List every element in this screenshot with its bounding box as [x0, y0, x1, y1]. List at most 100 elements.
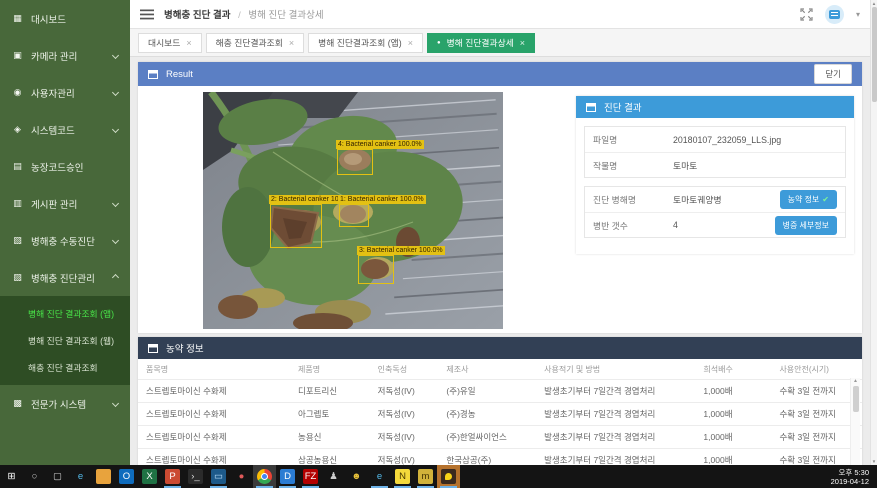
start-icon[interactable]: ⊞	[0, 465, 23, 488]
chrome-icon[interactable]	[253, 465, 276, 488]
page-scrollbar[interactable]: ▲ ▼	[870, 0, 877, 465]
search-icon[interactable]: ○	[23, 465, 46, 488]
paint-icon: ●	[234, 469, 249, 484]
scrollbar-thumb[interactable]	[853, 386, 859, 412]
notification-button[interactable]	[825, 5, 844, 24]
scrollbar-thumb[interactable]	[872, 7, 877, 102]
explorer-folder-icon[interactable]	[92, 465, 115, 488]
owl-icon: ☻	[349, 469, 364, 484]
computer-icon[interactable]: ▭	[207, 465, 230, 488]
excel-icon[interactable]: X	[138, 465, 161, 488]
sidebar-item-board[interactable]: ▥ 게시판 관리	[0, 185, 130, 222]
breadcrumb-section: 병해충 진단 결과	[164, 10, 230, 21]
paint-icon[interactable]: ●	[230, 465, 253, 488]
code-icon: ◈	[12, 124, 23, 135]
taskbar-icons: ⊞○▢eOXP›_▭●DFZ♟☻eNm	[0, 465, 460, 488]
sidebar-item-expert-system[interactable]: ▩ 전문가 시스템	[0, 385, 130, 422]
symptom-detail-button[interactable]: 병증 세부정보	[775, 216, 837, 235]
scroll-up-icon[interactable]: ▲	[872, 0, 876, 7]
pesticide-info-button[interactable]: 농약 정보 ✔	[780, 190, 837, 209]
sidebar-item-users[interactable]: ◉ 사용자관리	[0, 74, 130, 111]
hamburger-icon[interactable]	[140, 9, 154, 20]
table-cell: 수확 3일 전까지	[771, 380, 862, 403]
page: ▦ 대시보드 ▣ 카메라 관리 ◉ 사용자관리 ◈ 시스템코드 ▤ 농장코드승인…	[0, 0, 877, 488]
diagnosis-group: 진단 병해명 토마토궤양병 농약 정보 ✔ 병반 갯수 4	[584, 186, 846, 238]
detection-box[interactable]: 1: Bacterial canker 100.0%	[339, 204, 369, 227]
table-scrollbar[interactable]: ▲	[850, 378, 860, 465]
field-value: 토마토궤양병	[673, 193, 722, 206]
close-button[interactable]: 닫기	[814, 64, 852, 84]
scroll-up-icon[interactable]: ▲	[853, 378, 858, 384]
table-cell: 수확 3일 전까지	[771, 426, 862, 449]
owl-icon[interactable]: ☻	[345, 465, 368, 488]
hwp-icon[interactable]: m	[414, 465, 437, 488]
outlook-icon[interactable]: O	[115, 465, 138, 488]
detection-label: 1: Bacterial canker 100.0%	[338, 195, 426, 204]
column-header: 희석배수	[695, 359, 771, 380]
cmd-icon[interactable]: ›_	[184, 465, 207, 488]
tab-close-icon[interactable]: ×	[408, 38, 413, 48]
sidebar-item-dashboard[interactable]: ▦ 대시보드	[0, 0, 130, 37]
sidebar-item-label: 게시판 관리	[31, 197, 77, 211]
panel-icon	[148, 70, 158, 79]
table-cell: 스트렙토마이신 수화제	[138, 380, 290, 403]
tab-close-icon[interactable]: ×	[289, 38, 294, 48]
kakaotalk-icon[interactable]	[437, 465, 460, 488]
sidebar-item-farm-code[interactable]: ▤ 농장코드승인	[0, 148, 130, 185]
detection-box[interactable]: 4: Bacterial canker 100.0%	[337, 149, 373, 175]
table-cell: 저독성(IV)	[370, 449, 439, 466]
detection-box[interactable]: 3: Bacterial canker 100.0%	[358, 255, 394, 284]
diagnosis-card-header: 진단 결과	[576, 96, 854, 118]
sidebar: ▦ 대시보드 ▣ 카메라 관리 ◉ 사용자관리 ◈ 시스템코드 ▤ 농장코드승인…	[0, 0, 130, 465]
sidebar-item-camera[interactable]: ▣ 카메라 관리	[0, 37, 130, 74]
pesticide-table: 품목명 제품명 인축독성 제조사 사용적기 및 방법 희석배수 사용안전(시기)…	[138, 359, 862, 465]
topbar-actions: ▾	[800, 5, 860, 24]
farm-code-icon: ▤	[12, 161, 23, 172]
table-cell: 저독성(IV)	[370, 403, 439, 426]
camera-icon: ▣	[12, 50, 23, 61]
remote-icon[interactable]: ♟	[322, 465, 345, 488]
filezilla-icon[interactable]: FZ	[299, 465, 322, 488]
fullscreen-icon[interactable]	[800, 8, 813, 21]
column-header: 품목명	[138, 359, 290, 380]
scroll-down-icon[interactable]: ▼	[872, 458, 876, 465]
column-header: 제품명	[290, 359, 370, 380]
task-view-icon[interactable]: ▢	[46, 465, 69, 488]
table-row[interactable]: 스트렙토마이신 수화제아그렙토저독성(IV)(주)경농발생초기부터 7일간격 경…	[138, 403, 862, 426]
tab-dashboard[interactable]: 대시보드 ×	[138, 33, 202, 53]
submenu-item-disease-result-app[interactable]: 병해 진단 결과조회 (앱)	[0, 300, 130, 327]
ie-icon[interactable]: e	[69, 465, 92, 488]
sidebar-item-diagnosis-manage[interactable]: ▨ 병해충 진단관리	[0, 259, 130, 296]
diagnosis-card: 진단 결과 파일명 20180107_232059_LLS.jpg 작물명	[576, 96, 854, 254]
submenu-item-pest-result[interactable]: 해충 진단 결과조회	[0, 354, 130, 381]
chevron-up-icon	[112, 274, 119, 281]
table-row[interactable]: 스트렙토마이신 수화제디포트리신저독성(IV)(주)유일발생초기부터 7일간격 …	[138, 380, 862, 403]
detection-box[interactable]: 2: Bacterial canker 100.0%	[270, 204, 322, 248]
sidebar-item-system-code[interactable]: ◈ 시스템코드	[0, 111, 130, 148]
docs-icon: D	[280, 469, 295, 484]
caret-down-icon[interactable]: ▾	[856, 10, 860, 19]
pesticide-table-body: 스트렙토마이신 수화제디포트리신저독성(IV)(주)유일발생초기부터 7일간격 …	[138, 380, 862, 466]
taskbar-clock[interactable]: 오후 5:30 2019-04-12	[831, 465, 877, 488]
kakaotalk-icon	[441, 469, 456, 484]
docs-icon[interactable]: D	[276, 465, 299, 488]
table-row[interactable]: 스트렙토마이신 수화제농용신저독성(IV)(주)한얼싸이언스발생초기부터 7일간…	[138, 426, 862, 449]
tab-label: 병해 진단결과상세	[447, 36, 514, 49]
chevron-down-icon	[112, 400, 119, 407]
topbar: 병해충 진단 결과 / 병해 진단 결과상세 ▾	[130, 0, 870, 29]
ie2-icon[interactable]: e	[368, 465, 391, 488]
tab-close-icon[interactable]: ×	[186, 38, 191, 48]
windows-taskbar: ⊞○▢eOXP›_▭●DFZ♟☻eNm 오후 5:30 2019-04-12	[0, 465, 877, 488]
submenu-item-disease-result-web[interactable]: 병해 진단 결과조회 (웹)	[0, 327, 130, 354]
powerpoint-icon[interactable]: P	[161, 465, 184, 488]
tab-pest-results[interactable]: 해충 진단결과조회 ×	[206, 33, 304, 53]
table-cell: 1,000배	[695, 426, 771, 449]
tab-disease-result-detail[interactable]: ● 병해 진단결과상세 ×	[427, 33, 535, 53]
tab-close-icon[interactable]: ×	[520, 38, 525, 48]
tab-disease-results-app[interactable]: 병해 진단결과조회 (앱) ×	[308, 33, 423, 53]
table-row[interactable]: 스트렙토마이신 수화제삼공농용신저독성(IV)한국삼공(주)발생초기부터 7일간…	[138, 449, 862, 466]
notes-icon[interactable]: N	[391, 465, 414, 488]
result-body: 4: Bacterial canker 100.0% 2: Bacterial …	[138, 86, 862, 333]
sidebar-item-manual-diagnosis[interactable]: ▧ 병해충 수동진단	[0, 222, 130, 259]
breadcrumb-separator: /	[238, 10, 241, 21]
